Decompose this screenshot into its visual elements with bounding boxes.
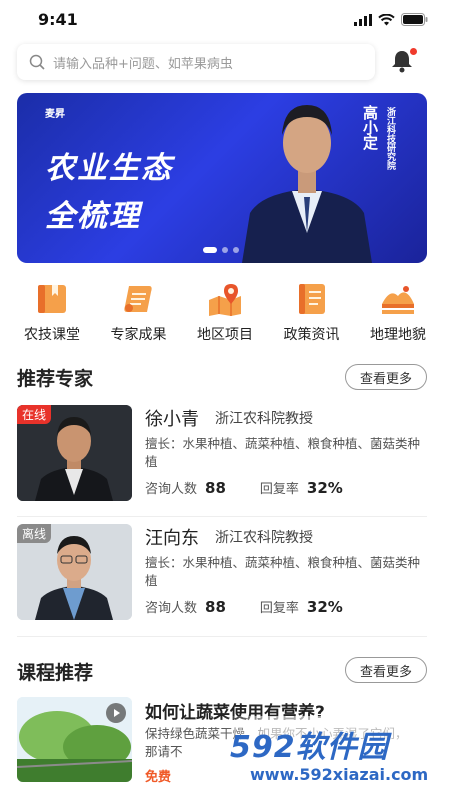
category-diqu-xiangmu[interactable]: 地区项目 bbox=[185, 282, 265, 344]
reply-label: 回复率 bbox=[259, 482, 299, 497]
category-label: 农技课堂 bbox=[24, 327, 80, 343]
carousel-dot bbox=[233, 247, 239, 253]
courses-more-button[interactable]: 查看更多 bbox=[345, 657, 427, 683]
map-pin-icon bbox=[209, 284, 241, 316]
search-icon bbox=[29, 54, 45, 70]
divider bbox=[17, 516, 427, 517]
status-icons bbox=[354, 13, 428, 26]
category-zhuanjia-chengguo[interactable]: 专家成果 bbox=[99, 282, 179, 344]
search-bar[interactable]: 请输入品种+问题、如苹果病虫 bbox=[17, 44, 375, 80]
status-badge: 离线 bbox=[17, 524, 52, 543]
expert-title: 浙江农科院教授 bbox=[215, 530, 313, 546]
course-thumbnail[interactable] bbox=[17, 697, 132, 782]
watermark-url: www.592xiazai.com bbox=[250, 765, 429, 784]
experts-section-title: 推荐专家 bbox=[17, 368, 94, 390]
banner-brand: 麦昇 bbox=[45, 109, 65, 120]
signal-icon bbox=[354, 13, 372, 26]
notification-button[interactable] bbox=[389, 48, 417, 76]
category-nongji-ketang[interactable]: 农技课堂 bbox=[12, 282, 92, 344]
expert-name: 汪向东 bbox=[145, 528, 199, 549]
expert-title: 浙江农科院教授 bbox=[215, 411, 313, 427]
expert-skills: 擅长：水果种植、蔬菜种植、粮食种植、菌菇类种植 bbox=[145, 555, 421, 588]
expert-avatar: 在线 bbox=[17, 405, 132, 501]
category-label: 地理地貌 bbox=[370, 327, 426, 343]
search-input[interactable]: 请输入品种+问题、如苹果病虫 bbox=[53, 53, 233, 72]
notebook-icon bbox=[298, 284, 325, 314]
expert-name: 徐小青 bbox=[145, 409, 199, 430]
expert-stats: 咨询人数 88 回复率 32% bbox=[145, 597, 377, 616]
carousel-dot bbox=[203, 247, 217, 253]
battery-icon bbox=[401, 13, 428, 26]
play-icon[interactable] bbox=[106, 703, 126, 723]
scroll-icon bbox=[123, 286, 152, 312]
banner-headline-2: 全梳理 bbox=[45, 199, 141, 234]
reply-rate: 32% bbox=[306, 479, 343, 497]
expert-card[interactable]: 在线 徐小青 浙江农科院教授 擅长：水果种植、蔬菜种植、粮食种植、菌菇类种植 咨… bbox=[17, 405, 427, 505]
carousel-dot bbox=[222, 247, 228, 253]
category-label: 专家成果 bbox=[110, 327, 167, 343]
wifi-icon bbox=[378, 13, 395, 25]
banner-person-name: 高小定 bbox=[361, 105, 379, 150]
category-zhengce-zixun[interactable]: 政策资讯 bbox=[272, 282, 352, 344]
consult-label: 咨询人数 bbox=[145, 482, 198, 497]
experts-more-button[interactable]: 查看更多 bbox=[345, 364, 427, 390]
book-icon bbox=[38, 285, 66, 313]
banner-headline-1: 农业生态 bbox=[45, 151, 173, 186]
category-label: 政策资讯 bbox=[283, 327, 340, 343]
expert-stats: 咨询人数 88 回复率 32% bbox=[145, 478, 377, 497]
watermark-logo: 592软件园 bbox=[230, 730, 389, 765]
status-time: 9:41 bbox=[38, 10, 78, 29]
banner-organization: 浙江科技研究院 bbox=[385, 107, 395, 170]
courses-section-title: 课程推荐 bbox=[17, 662, 94, 684]
category-grid: 农技课堂 专家成果 地区项目 政策资讯 地理地貌 bbox=[12, 282, 438, 344]
promo-banner[interactable]: 麦昇 农业生态 全梳理 高小定 浙江科技研究院 bbox=[17, 93, 427, 263]
consult-count: 88 bbox=[205, 598, 226, 616]
expert-card[interactable]: 离线 汪向东 浙江农科院教授 擅长：水果种植、蔬菜种植、粮食种植、菌菇类种植 咨… bbox=[17, 524, 427, 624]
category-dili-dimao[interactable]: 地理地貌 bbox=[358, 282, 438, 344]
notification-dot bbox=[410, 48, 417, 55]
course-price: 免费 bbox=[145, 770, 172, 785]
status-bar: 9:41 bbox=[0, 0, 450, 40]
divider bbox=[17, 636, 427, 637]
category-label: 地区项目 bbox=[197, 327, 253, 343]
landscape-icon bbox=[382, 286, 414, 314]
reply-rate: 32% bbox=[306, 598, 343, 616]
consult-count: 88 bbox=[205, 479, 226, 497]
reply-label: 回复率 bbox=[259, 601, 299, 616]
status-badge: 在线 bbox=[17, 405, 52, 424]
carousel-indicator bbox=[203, 247, 239, 253]
expert-avatar: 离线 bbox=[17, 524, 132, 620]
expert-skills: 擅长：水果种植、蔬菜种植、粮食种植、菌菇类种植 bbox=[145, 436, 421, 469]
consult-label: 咨询人数 bbox=[145, 601, 198, 616]
